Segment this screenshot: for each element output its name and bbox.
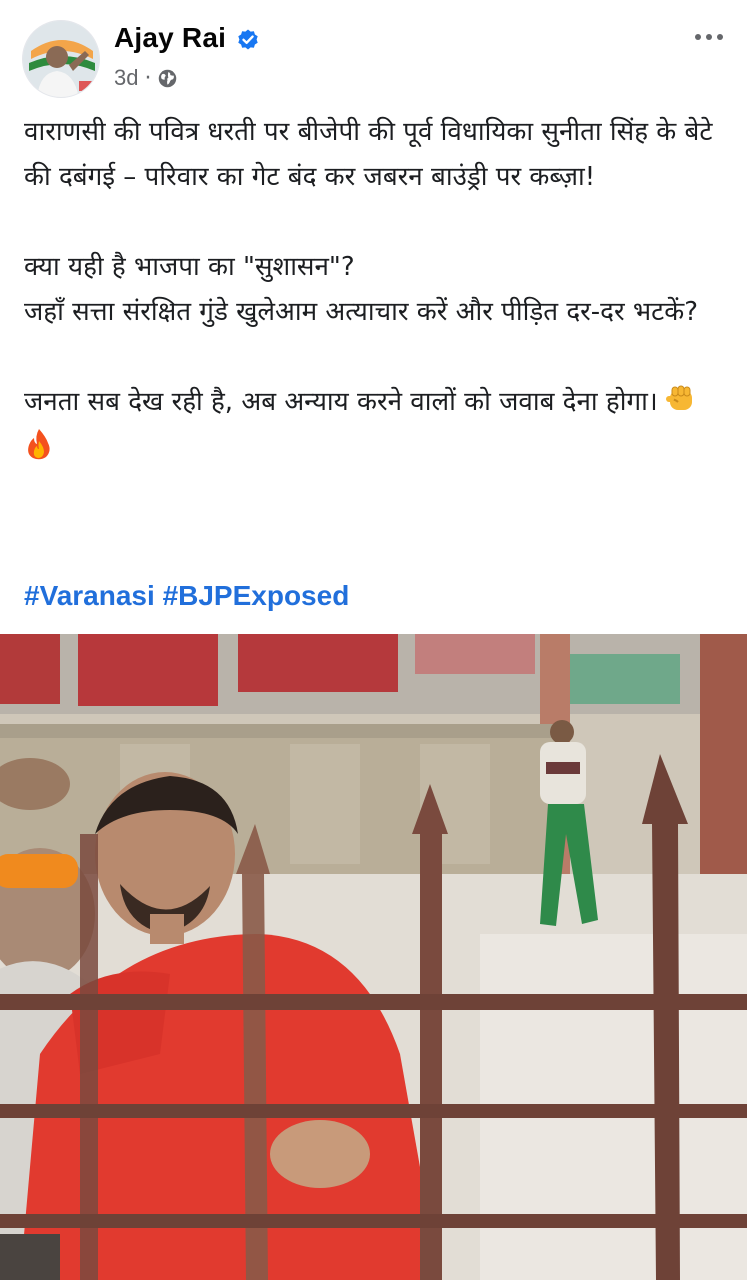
post-paragraph-last: जनता सब देख रही है, अब अन्याय करने वालों… bbox=[24, 380, 724, 470]
post-body: वाराणसी की पवित्र धरती पर बीजेपी की पूर्… bbox=[24, 110, 724, 470]
post-timestamp[interactable]: 3d bbox=[114, 65, 138, 91]
author-avatar[interactable] bbox=[22, 20, 100, 98]
fire-emoji bbox=[28, 429, 50, 460]
globe-icon[interactable] bbox=[157, 68, 178, 89]
hashtags: #Varanasi #BJPExposed bbox=[24, 580, 349, 612]
photo-scene bbox=[0, 634, 747, 1280]
more-dots-icon bbox=[695, 34, 701, 40]
post-meta: 3d · bbox=[114, 64, 178, 92]
post-paragraph: क्या यही है भाजपा का "सुशासन"? bbox=[24, 252, 355, 282]
post-header: Ajay Rai 3d · bbox=[0, 0, 747, 110]
more-options-button[interactable] bbox=[689, 22, 729, 52]
post-paragraph: वाराणसी की पवित्र धरती पर बीजेपी की पूर्… bbox=[24, 117, 713, 192]
post-paragraph: जहाँ सत्ता संरक्षित गुंडे खुलेआम अत्याचा… bbox=[24, 297, 699, 327]
hashtag-link[interactable]: #Varanasi bbox=[24, 580, 155, 611]
post-paragraph: जनता सब देख रही है, अब अन्याय करने वालों… bbox=[24, 387, 658, 417]
avatar-photo bbox=[23, 21, 99, 97]
verified-badge-icon bbox=[238, 29, 258, 50]
fist-emoji bbox=[665, 385, 692, 410]
facebook-post: Ajay Rai 3d · वाराणसी की पवित्र धरती पर … bbox=[0, 0, 747, 1280]
post-photo[interactable] bbox=[0, 634, 747, 1280]
hashtag-link[interactable]: #BJPExposed bbox=[163, 580, 350, 611]
author-name[interactable]: Ajay Rai bbox=[114, 22, 226, 54]
meta-separator: · bbox=[144, 65, 152, 91]
